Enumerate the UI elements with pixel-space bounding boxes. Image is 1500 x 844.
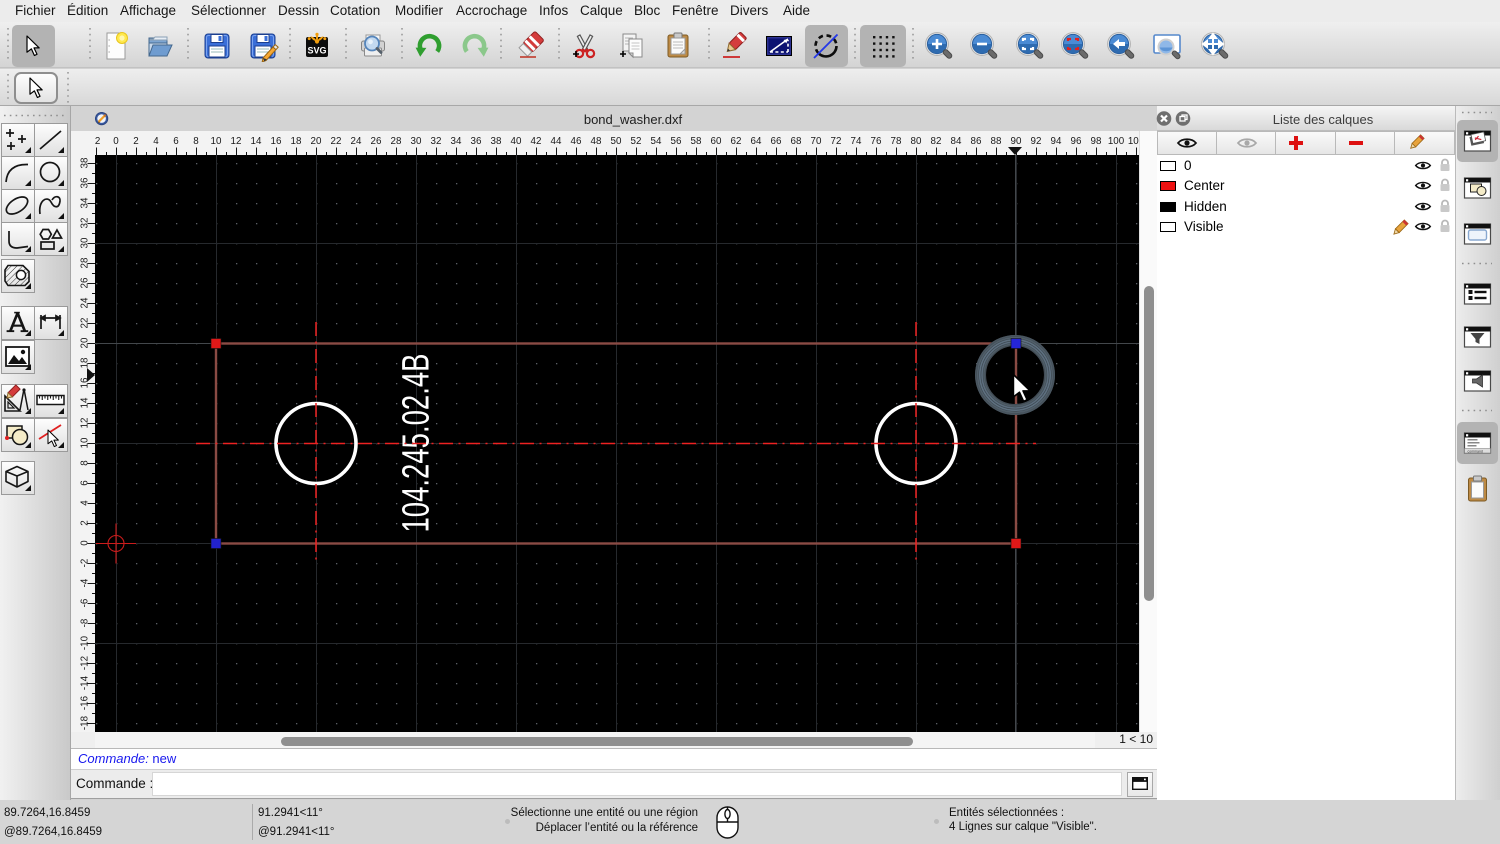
- svg-text:-14: -14: [80, 675, 91, 690]
- svg-text:66: 66: [771, 136, 782, 147]
- svg-text:14: 14: [80, 397, 91, 408]
- svg-text:100: 100: [1108, 136, 1125, 147]
- svg-text:76: 76: [871, 136, 882, 147]
- svg-text:0: 0: [113, 136, 119, 147]
- svg-text:90: 90: [1011, 136, 1022, 147]
- svg-text:46: 46: [571, 136, 582, 147]
- svg-text:16: 16: [271, 136, 282, 147]
- svg-text:64: 64: [751, 136, 762, 147]
- svg-text:-2: -2: [95, 136, 100, 147]
- svg-text:38: 38: [80, 157, 91, 168]
- svg-text:28: 28: [80, 257, 91, 268]
- svg-text:38: 38: [491, 136, 502, 147]
- svg-text:2: 2: [133, 136, 138, 147]
- svg-text:6: 6: [80, 480, 91, 486]
- svg-text:SVG: SVG: [307, 46, 326, 56]
- svg-text:24: 24: [80, 297, 91, 308]
- svg-text:40: 40: [511, 136, 522, 147]
- svg-text:48: 48: [591, 136, 602, 147]
- svg-text:98: 98: [1091, 136, 1102, 147]
- svg-text:command: command: [1468, 449, 1483, 453]
- svg-text:4: 4: [80, 500, 91, 506]
- svg-text:86: 86: [971, 136, 982, 147]
- svg-text:96: 96: [1071, 136, 1082, 147]
- svg-text:84: 84: [951, 136, 962, 147]
- svg-text:36: 36: [80, 177, 91, 188]
- svg-text:72: 72: [831, 136, 842, 147]
- svg-text:12: 12: [231, 136, 242, 147]
- svg-text:28: 28: [391, 136, 402, 147]
- svg-text:4: 4: [153, 136, 159, 147]
- svg-text:18: 18: [80, 357, 91, 368]
- svg-text:-16: -16: [80, 695, 91, 710]
- svg-text:18: 18: [291, 136, 302, 147]
- svg-text:30: 30: [411, 136, 422, 147]
- svg-text:20: 20: [311, 136, 322, 147]
- svg-text:60: 60: [711, 136, 722, 147]
- svg-text:10: 10: [80, 437, 91, 448]
- svg-text:92: 92: [1031, 136, 1042, 147]
- svg-text:42: 42: [531, 136, 542, 147]
- svg-text:44: 44: [551, 136, 562, 147]
- svg-text:54: 54: [651, 136, 662, 147]
- svg-text:56: 56: [671, 136, 682, 147]
- svg-text:-4: -4: [80, 578, 91, 587]
- svg-text:0: 0: [80, 540, 91, 546]
- svg-text:8: 8: [193, 136, 199, 147]
- svg-text:62: 62: [731, 136, 742, 147]
- svg-text:-6: -6: [80, 598, 91, 607]
- svg-text:20: 20: [80, 337, 91, 348]
- svg-text:22: 22: [331, 136, 342, 147]
- svg-text:94: 94: [1051, 136, 1062, 147]
- svg-text:30: 30: [80, 237, 91, 248]
- svg-text:-18: -18: [80, 715, 91, 730]
- svg-text:52: 52: [631, 136, 642, 147]
- svg-text:36: 36: [471, 136, 482, 147]
- svg-text:26: 26: [80, 277, 91, 288]
- svg-text:24: 24: [351, 136, 362, 147]
- svg-text:70: 70: [811, 136, 822, 147]
- svg-text:82: 82: [931, 136, 942, 147]
- svg-text:74: 74: [851, 136, 862, 147]
- svg-text:34: 34: [80, 197, 91, 208]
- svg-text:58: 58: [691, 136, 702, 147]
- svg-text:26: 26: [371, 136, 382, 147]
- svg-text:32: 32: [431, 136, 442, 147]
- svg-text:50: 50: [611, 136, 622, 147]
- svg-text:78: 78: [891, 136, 902, 147]
- svg-text:-8: -8: [80, 618, 91, 627]
- svg-text:80: 80: [911, 136, 922, 147]
- svg-text:10: 10: [211, 136, 222, 147]
- svg-text:14: 14: [251, 136, 262, 147]
- svg-text:88: 88: [991, 136, 1002, 147]
- svg-text:6: 6: [173, 136, 179, 147]
- svg-text:-10: -10: [80, 635, 91, 650]
- svg-text:68: 68: [791, 136, 802, 147]
- svg-text:34: 34: [451, 136, 462, 147]
- svg-text:8: 8: [80, 460, 91, 466]
